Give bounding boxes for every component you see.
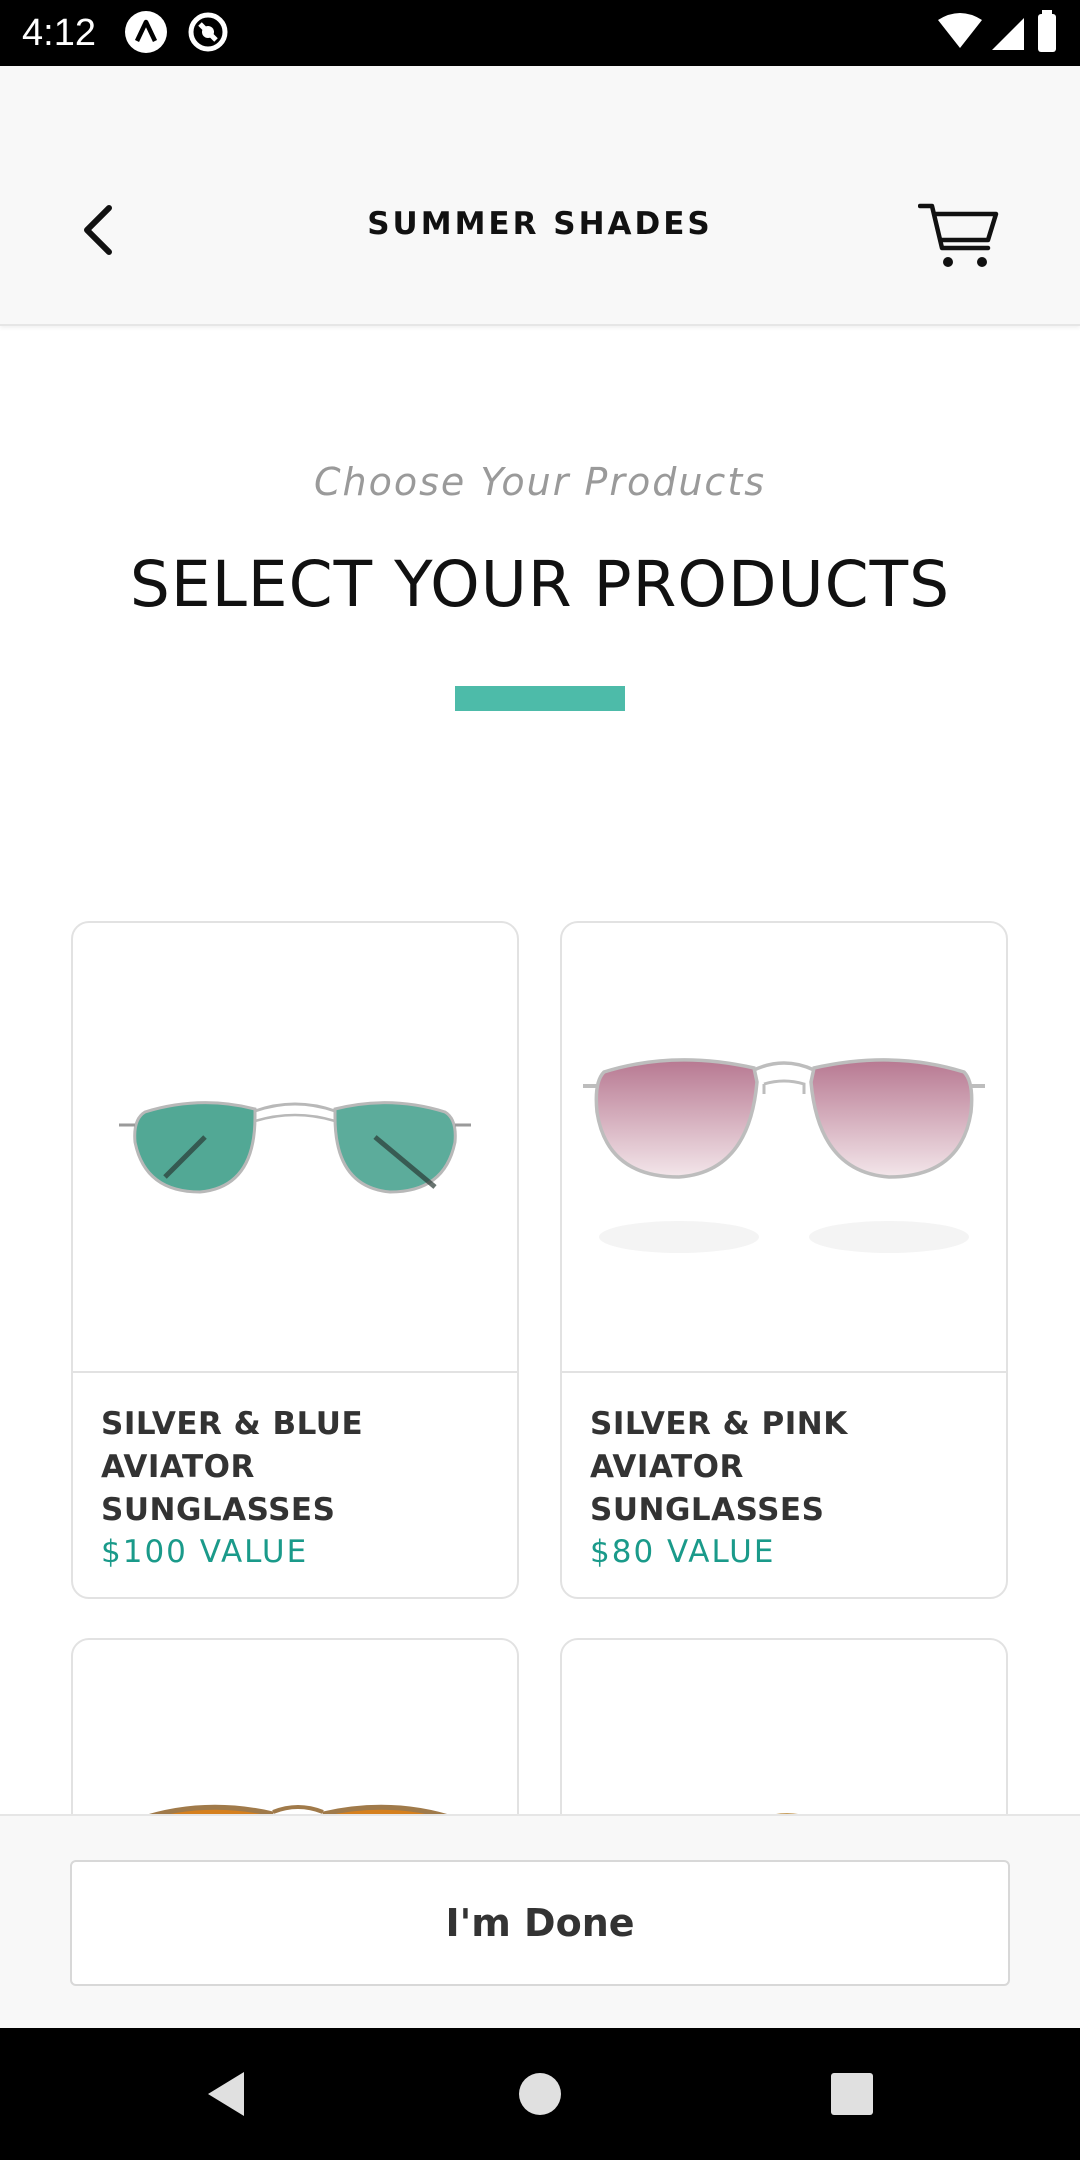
product-details: SILVER & PINK AVIATOR SUNGLASSES $80 VAL…: [562, 1373, 1006, 1592]
nav-home-button[interactable]: [510, 2064, 570, 2124]
intro-subtitle: Choose Your Products: [313, 460, 767, 504]
cart-icon: [918, 203, 999, 267]
notification-app-icon: [125, 11, 167, 53]
footer: I'm Done: [0, 1814, 1080, 2030]
nav-back-button[interactable]: [196, 2064, 256, 2124]
nav-recents-button[interactable]: [822, 2064, 882, 2124]
product-price: $100 VALUE: [101, 1534, 309, 1570]
product-image: [562, 923, 1006, 1373]
square-recents-icon: [831, 2073, 873, 2115]
status-time: 4:12: [22, 12, 96, 54]
cart-button[interactable]: [914, 190, 1004, 280]
page-title: SUMMER SHADES: [367, 206, 713, 242]
accent-divider: [455, 686, 625, 711]
product-name: SILVER & PINK AVIATOR SUNGLASSES: [590, 1406, 848, 1528]
screen: 4:12 SUMMER SHADES Choose Your Products …: [0, 0, 1080, 2160]
signal-icon: [992, 18, 1024, 50]
status-icons: [938, 10, 1056, 52]
wifi-icon: [938, 13, 982, 48]
triangle-back-icon: [208, 2072, 244, 2116]
aviator-sunglasses-image: [583, 1058, 985, 1253]
product-image: [73, 923, 517, 1373]
circle-home-icon: [519, 2073, 561, 2115]
product-name: SILVER & BLUE AVIATOR SUNGLASSES: [101, 1406, 364, 1528]
product-details: SILVER & BLUE AVIATOR SUNGLASSES $100 VA…: [73, 1373, 517, 1592]
status-bar: 4:12: [0, 0, 1080, 66]
section-heading: SELECT YOUR PRODUCTS: [129, 548, 951, 621]
product-card[interactable]: SILVER & BLUE AVIATOR SUNGLASSES $100 VA…: [71, 921, 519, 1599]
product-price: $80 VALUE: [590, 1534, 776, 1570]
chevron-left-icon: [84, 205, 112, 255]
product-card[interactable]: SILVER & PINK AVIATOR SUNGLASSES $80 VAL…: [560, 921, 1008, 1599]
aviator-sunglasses-image: [119, 1101, 471, 1194]
system-nav-bar: [0, 2028, 1080, 2160]
sync-icon: [188, 12, 228, 52]
im-done-button[interactable]: I'm Done: [70, 1860, 1010, 1986]
battery-icon: [1038, 14, 1056, 52]
back-button[interactable]: [62, 194, 134, 266]
app-header: SUMMER SHADES: [0, 66, 1080, 326]
